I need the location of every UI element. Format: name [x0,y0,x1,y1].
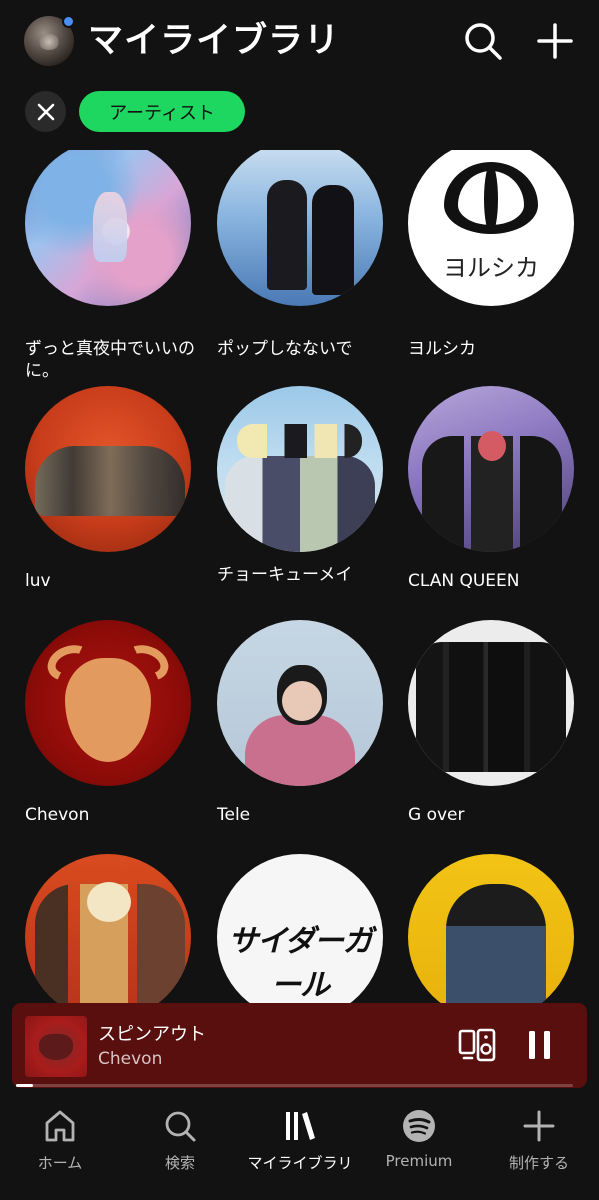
nav-home[interactable]: ホーム [0,1108,120,1173]
playback-progress[interactable] [16,1084,573,1087]
eye-pupil [484,164,498,234]
close-icon [37,103,54,120]
artist-image [217,140,383,306]
artist-tile-popshinanaide[interactable]: ポップしなないで [217,140,387,360]
pause-icon [529,1031,550,1059]
logo-text: ヨルシカ [443,254,539,282]
bottom-navigation: ホーム 検索 マイライブラリ Premium 制作する [0,1092,599,1200]
nav-search-label: 検索 [164,1154,195,1172]
now-playing-title: スピンアウト [98,1024,206,1045]
artist-tile-tele[interactable]: Tele [217,620,387,826]
logo-text: サイダーガール [228,924,373,1003]
clear-filter-button[interactable] [25,91,66,132]
progress-fill [16,1084,33,1087]
search-icon [465,23,502,60]
artist-name: ずっと真夜中でいいのに。 [25,339,195,381]
library-icon [286,1112,315,1140]
now-playing-bar[interactable]: スピンアウト Chevon [12,1003,587,1088]
nav-create-label: 制作する [508,1154,569,1172]
artist-tile-yorushika[interactable]: ヨルシカ ヨルシカ [408,140,578,360]
artist-image [25,140,191,306]
plus-icon [523,1110,555,1142]
now-playing-artwork [25,1016,87,1077]
nav-library-label: マイライブラリ [247,1154,353,1172]
nav-premium-label: Premium [385,1152,453,1170]
nav-home-label: ホーム [37,1154,83,1172]
artist-image: ヨルシカ [408,140,574,306]
artist-image [25,620,191,786]
app-root: ずっと真夜中でいいのに。 ポップしなないで ヨルシカ ヨルシカ luv チョーキ… [0,0,599,1200]
artist-name: CLAN QUEEN [408,571,520,591]
artist-image [217,386,383,552]
pause-button[interactable] [526,1029,554,1061]
now-playing-artist: Chevon [98,1049,163,1069]
artist-tile-luv[interactable]: luv [25,386,195,592]
artist-name: ヨルシカ [408,339,476,359]
artist-image [408,854,574,1020]
connect-device-button[interactable] [458,1028,496,1062]
artist-name: チョーキューメイ [217,565,353,585]
artist-name: Chevon [25,805,90,825]
add-button[interactable] [534,20,576,62]
artist-name: ポップしなないで [217,339,353,359]
artist-name: Tele [217,805,251,825]
artist-tile-zutomayo[interactable]: ずっと真夜中でいいのに。 [25,140,195,382]
goat-icon [65,658,151,762]
artist-image [25,854,191,1020]
artist-image [408,386,574,552]
spotify-logo-icon [403,1110,435,1142]
artist-image [217,620,383,786]
search-icon [165,1111,196,1142]
nav-library[interactable]: マイライブラリ [240,1108,360,1173]
nav-premium[interactable]: Premium [359,1108,479,1170]
notification-dot [62,15,75,28]
library-header: マイライブラリ アーティスト [0,0,599,150]
plus-icon [537,23,573,59]
artist-name: luv [25,571,51,591]
speaker-device-icon [458,1028,496,1062]
nav-create[interactable]: 制作する [479,1108,599,1173]
artist-tile-chevon[interactable]: Chevon [25,620,195,826]
artist-image [25,386,191,552]
artist-image [408,620,574,786]
artist-tile-clanqueen[interactable]: CLAN QUEEN [408,386,578,592]
search-button[interactable] [462,20,504,62]
filter-chip-artist[interactable]: アーティスト [79,91,245,132]
artist-name: G over [408,805,465,825]
page-title: マイライブラリ [88,21,341,61]
artist-image: サイダーガール [217,854,383,1020]
nav-search[interactable]: 検索 [120,1108,240,1173]
home-icon [45,1110,75,1142]
artist-tile-chokyumei[interactable]: チョーキューメイ [217,386,387,586]
artist-tile-gover[interactable]: G over [408,620,578,826]
